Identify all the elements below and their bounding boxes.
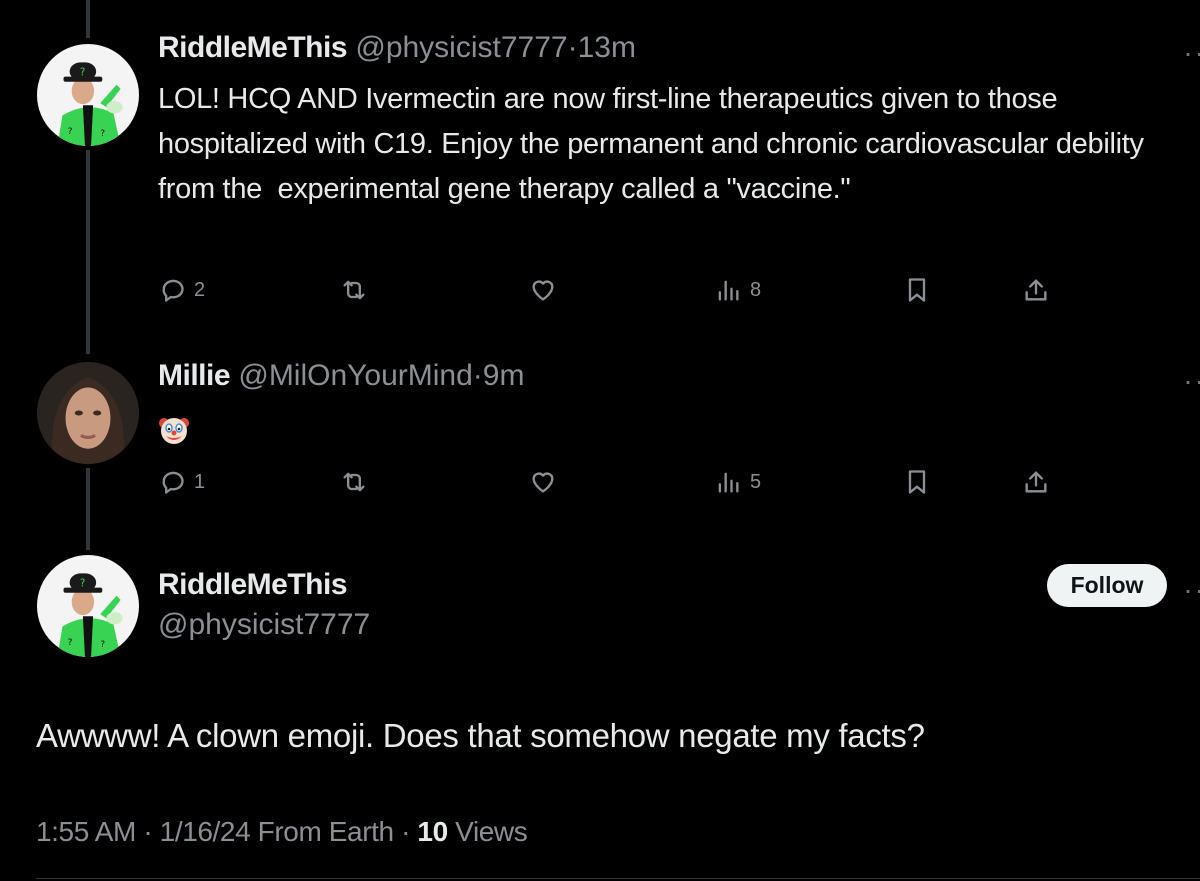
tweet-source: From Earth bbox=[257, 816, 394, 847]
separator: · bbox=[472, 359, 483, 392]
avatar[interactable] bbox=[37, 362, 139, 464]
handle[interactable]: @MilOnYourMind bbox=[238, 359, 472, 392]
millie-avatar-image bbox=[37, 362, 139, 464]
analytics-icon bbox=[718, 472, 739, 493]
svg-text:?: ? bbox=[100, 639, 105, 650]
tweet-text: Awwww! A clown emoji. Does that somehow … bbox=[36, 717, 925, 754]
divider bbox=[36, 878, 1200, 879]
reply-button[interactable]: 1 bbox=[158, 462, 205, 502]
tweet-date[interactable]: 1/16/24 bbox=[160, 816, 251, 847]
thread-line bbox=[86, 468, 90, 550]
follow-button[interactable]: Follow bbox=[1047, 564, 1167, 607]
svg-text:?: ? bbox=[80, 579, 85, 590]
like-button[interactable] bbox=[529, 462, 557, 502]
views-label: Views bbox=[455, 816, 528, 847]
avatar[interactable]: ? ? ? bbox=[37, 44, 139, 146]
views-count: 8 bbox=[750, 278, 762, 301]
reply-button[interactable]: 2 bbox=[158, 270, 205, 310]
timestamp[interactable]: 9m bbox=[483, 359, 525, 392]
separator: · bbox=[143, 816, 153, 847]
svg-text:?: ? bbox=[100, 128, 105, 139]
repost-button[interactable] bbox=[340, 462, 368, 502]
handle[interactable]: @physicist7777 bbox=[158, 607, 370, 643]
heart-icon bbox=[532, 280, 554, 301]
svg-text:?: ? bbox=[68, 637, 73, 648]
svg-text:?: ? bbox=[68, 126, 73, 137]
timestamp[interactable]: 13m bbox=[578, 31, 636, 64]
like-button[interactable] bbox=[529, 270, 557, 310]
tweet-text: LOL! HCQ AND Ivermectin are now first-li… bbox=[158, 83, 1152, 205]
bookmark-icon bbox=[908, 278, 926, 302]
handle[interactable]: @physicist7777 bbox=[355, 31, 567, 64]
bookmark-icon bbox=[908, 470, 926, 494]
more-options-icon[interactable]: ·· bbox=[1183, 39, 1200, 67]
reply-count: 1 bbox=[194, 470, 206, 493]
share-icon bbox=[1025, 279, 1047, 301]
clown-emoji-icon bbox=[159, 418, 189, 444]
reply-icon bbox=[162, 471, 184, 494]
more-options-icon[interactable]: ·· bbox=[1183, 367, 1200, 395]
reply-icon bbox=[162, 279, 184, 302]
tweet-time[interactable]: 1:55 AM bbox=[36, 816, 136, 847]
tweet-actions: 2 8 bbox=[158, 270, 1058, 310]
display-name[interactable]: Millie bbox=[158, 359, 231, 392]
tweet-header: RiddleMeThis @physicist7777·13m bbox=[158, 30, 636, 66]
display-name[interactable]: RiddleMeThis bbox=[158, 31, 348, 64]
reply-count: 2 bbox=[194, 278, 206, 301]
display-name[interactable]: RiddleMeThis bbox=[158, 567, 348, 603]
share-button[interactable] bbox=[1022, 462, 1050, 502]
views-button[interactable]: 5 bbox=[714, 462, 761, 502]
repost-button[interactable] bbox=[340, 270, 368, 310]
views-count: 10 bbox=[417, 816, 448, 847]
share-button[interactable] bbox=[1022, 270, 1050, 310]
separator: · bbox=[567, 31, 578, 64]
bookmark-button[interactable] bbox=[903, 270, 931, 310]
riddler-avatar-image: ? ? ? bbox=[37, 44, 139, 146]
views-count: 5 bbox=[750, 470, 762, 493]
riddler-avatar-image: ? ? ? bbox=[37, 555, 139, 657]
thread-line bbox=[86, 150, 90, 354]
bookmark-button[interactable] bbox=[903, 462, 931, 502]
more-options-icon[interactable]: ·· bbox=[1183, 576, 1200, 604]
svg-text:?: ? bbox=[80, 68, 85, 79]
avatar[interactable]: ? ? ? bbox=[37, 555, 139, 657]
thread-line bbox=[86, 0, 90, 38]
tweet-actions: 1 5 bbox=[158, 462, 1058, 502]
share-icon bbox=[1025, 471, 1047, 493]
views-button[interactable]: 8 bbox=[714, 270, 761, 310]
tweet-metadata: 1:55 AM · 1/16/24 From Earth · 10 Views bbox=[36, 812, 528, 852]
repost-icon bbox=[343, 280, 365, 300]
tweet-header: Millie @MilOnYourMind·9m bbox=[158, 358, 524, 394]
repost-icon bbox=[343, 472, 365, 492]
separator: · bbox=[401, 816, 411, 847]
heart-icon bbox=[532, 472, 554, 493]
analytics-icon bbox=[718, 280, 739, 301]
